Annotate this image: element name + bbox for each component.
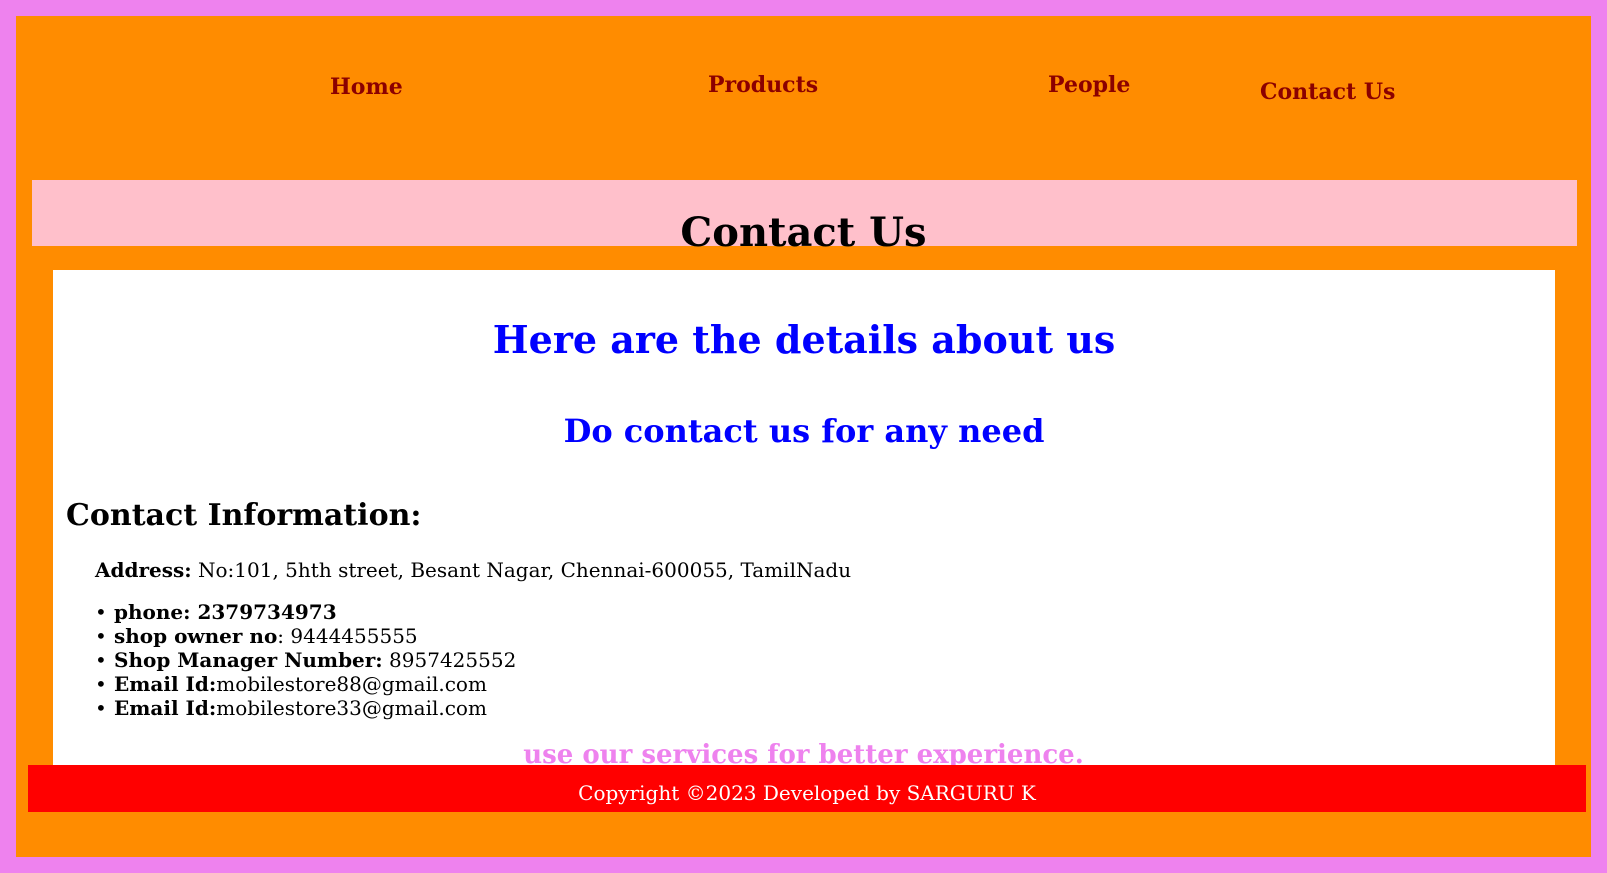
footer-copyright: Copyright ©2023 Developed by SARGURU K: [578, 781, 1036, 805]
address-line: Address: No:101, 5hth street, Besant Nag…: [95, 557, 851, 583]
manager-label: Shop Manager Number:: [114, 648, 383, 672]
email-value: mobilestore33@gmail.com: [216, 696, 487, 720]
list-item: • shop owner no: 9444455555: [95, 624, 516, 648]
phone-label: phone: 2379734973: [114, 600, 337, 624]
bullet-icon: •: [95, 672, 107, 696]
contact-info-title: Contact Information:: [66, 498, 422, 533]
list-item: • Email Id:mobilestore88@gmail.com: [95, 672, 516, 696]
details-heading: Here are the details about us: [492, 317, 1116, 362]
bullet-icon: •: [95, 696, 107, 720]
list-item: • phone: 2379734973: [95, 600, 516, 624]
nav-contact-link[interactable]: Contact Us: [1260, 79, 1395, 105]
email-value: mobilestore88@gmail.com: [216, 672, 487, 696]
list-item: • Email Id:mobilestore33@gmail.com: [95, 696, 516, 720]
address-value: No:101, 5hth street, Besant Nagar, Chenn…: [191, 558, 852, 582]
address-label: Address:: [95, 558, 192, 582]
bullet-icon: •: [95, 624, 107, 648]
nav-people-link[interactable]: People: [1048, 72, 1130, 98]
owner-value: : 9444455555: [277, 624, 418, 648]
list-item: • Shop Manager Number: 8957425552: [95, 648, 516, 672]
email-label: Email Id:: [114, 696, 217, 720]
email-label: Email Id:: [114, 672, 217, 696]
page-title: Contact Us: [680, 209, 927, 256]
nav-products-link[interactable]: Products: [708, 72, 818, 98]
manager-value: 8957425552: [382, 648, 517, 672]
contact-list: • phone: 2379734973 • shop owner no: 94444…: [95, 600, 516, 720]
bullet-icon: •: [95, 648, 107, 672]
bullet-icon: •: [95, 600, 107, 624]
contact-subheading: Do contact us for any need: [563, 412, 1045, 450]
owner-label: shop owner no: [114, 624, 278, 648]
nav-home-link[interactable]: Home: [330, 74, 403, 100]
